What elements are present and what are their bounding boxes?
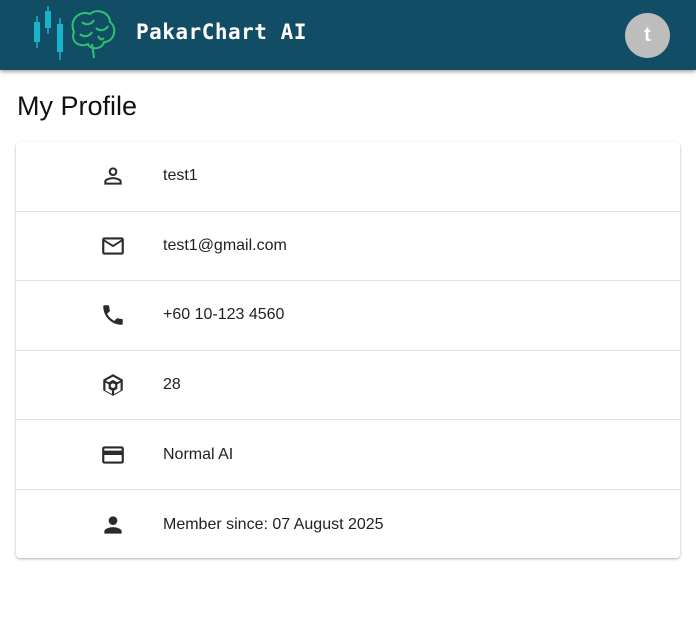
app-title[interactable]: PakarChart AI: [136, 20, 307, 44]
profile-row-member-since: Member since: 07 August 2025: [16, 490, 680, 558]
credit-card-icon: [100, 442, 126, 468]
cube-icon: [100, 372, 126, 398]
plan-value: Normal AI: [163, 445, 234, 463]
user-avatar-button[interactable]: t: [625, 13, 670, 58]
username-value: test1: [163, 167, 198, 185]
credits-value: 28: [163, 376, 181, 394]
email-value: test1@gmail.com: [163, 236, 287, 254]
member-since-value: Member since: 07 August 2025: [163, 515, 384, 533]
account-outline-icon: [100, 163, 126, 189]
page-title: My Profile: [17, 91, 138, 121]
pakarchart-logo-icon[interactable]: [30, 4, 116, 62]
profile-card: test1 test1@gmail.com +60 10-123 4560 28…: [16, 142, 680, 558]
profile-row-plan: Normal AI: [16, 420, 680, 490]
phone-value: +60 10-123 4560: [163, 306, 285, 324]
phone-icon: [100, 302, 126, 328]
profile-row-email: test1@gmail.com: [16, 212, 680, 282]
profile-row-credits: 28: [16, 351, 680, 421]
person-icon: [100, 512, 126, 538]
profile-row-phone: +60 10-123 4560: [16, 281, 680, 351]
profile-row-username: test1: [16, 142, 680, 212]
app-bar: PakarChart AI t: [0, 0, 696, 70]
email-outline-icon: [100, 233, 126, 259]
